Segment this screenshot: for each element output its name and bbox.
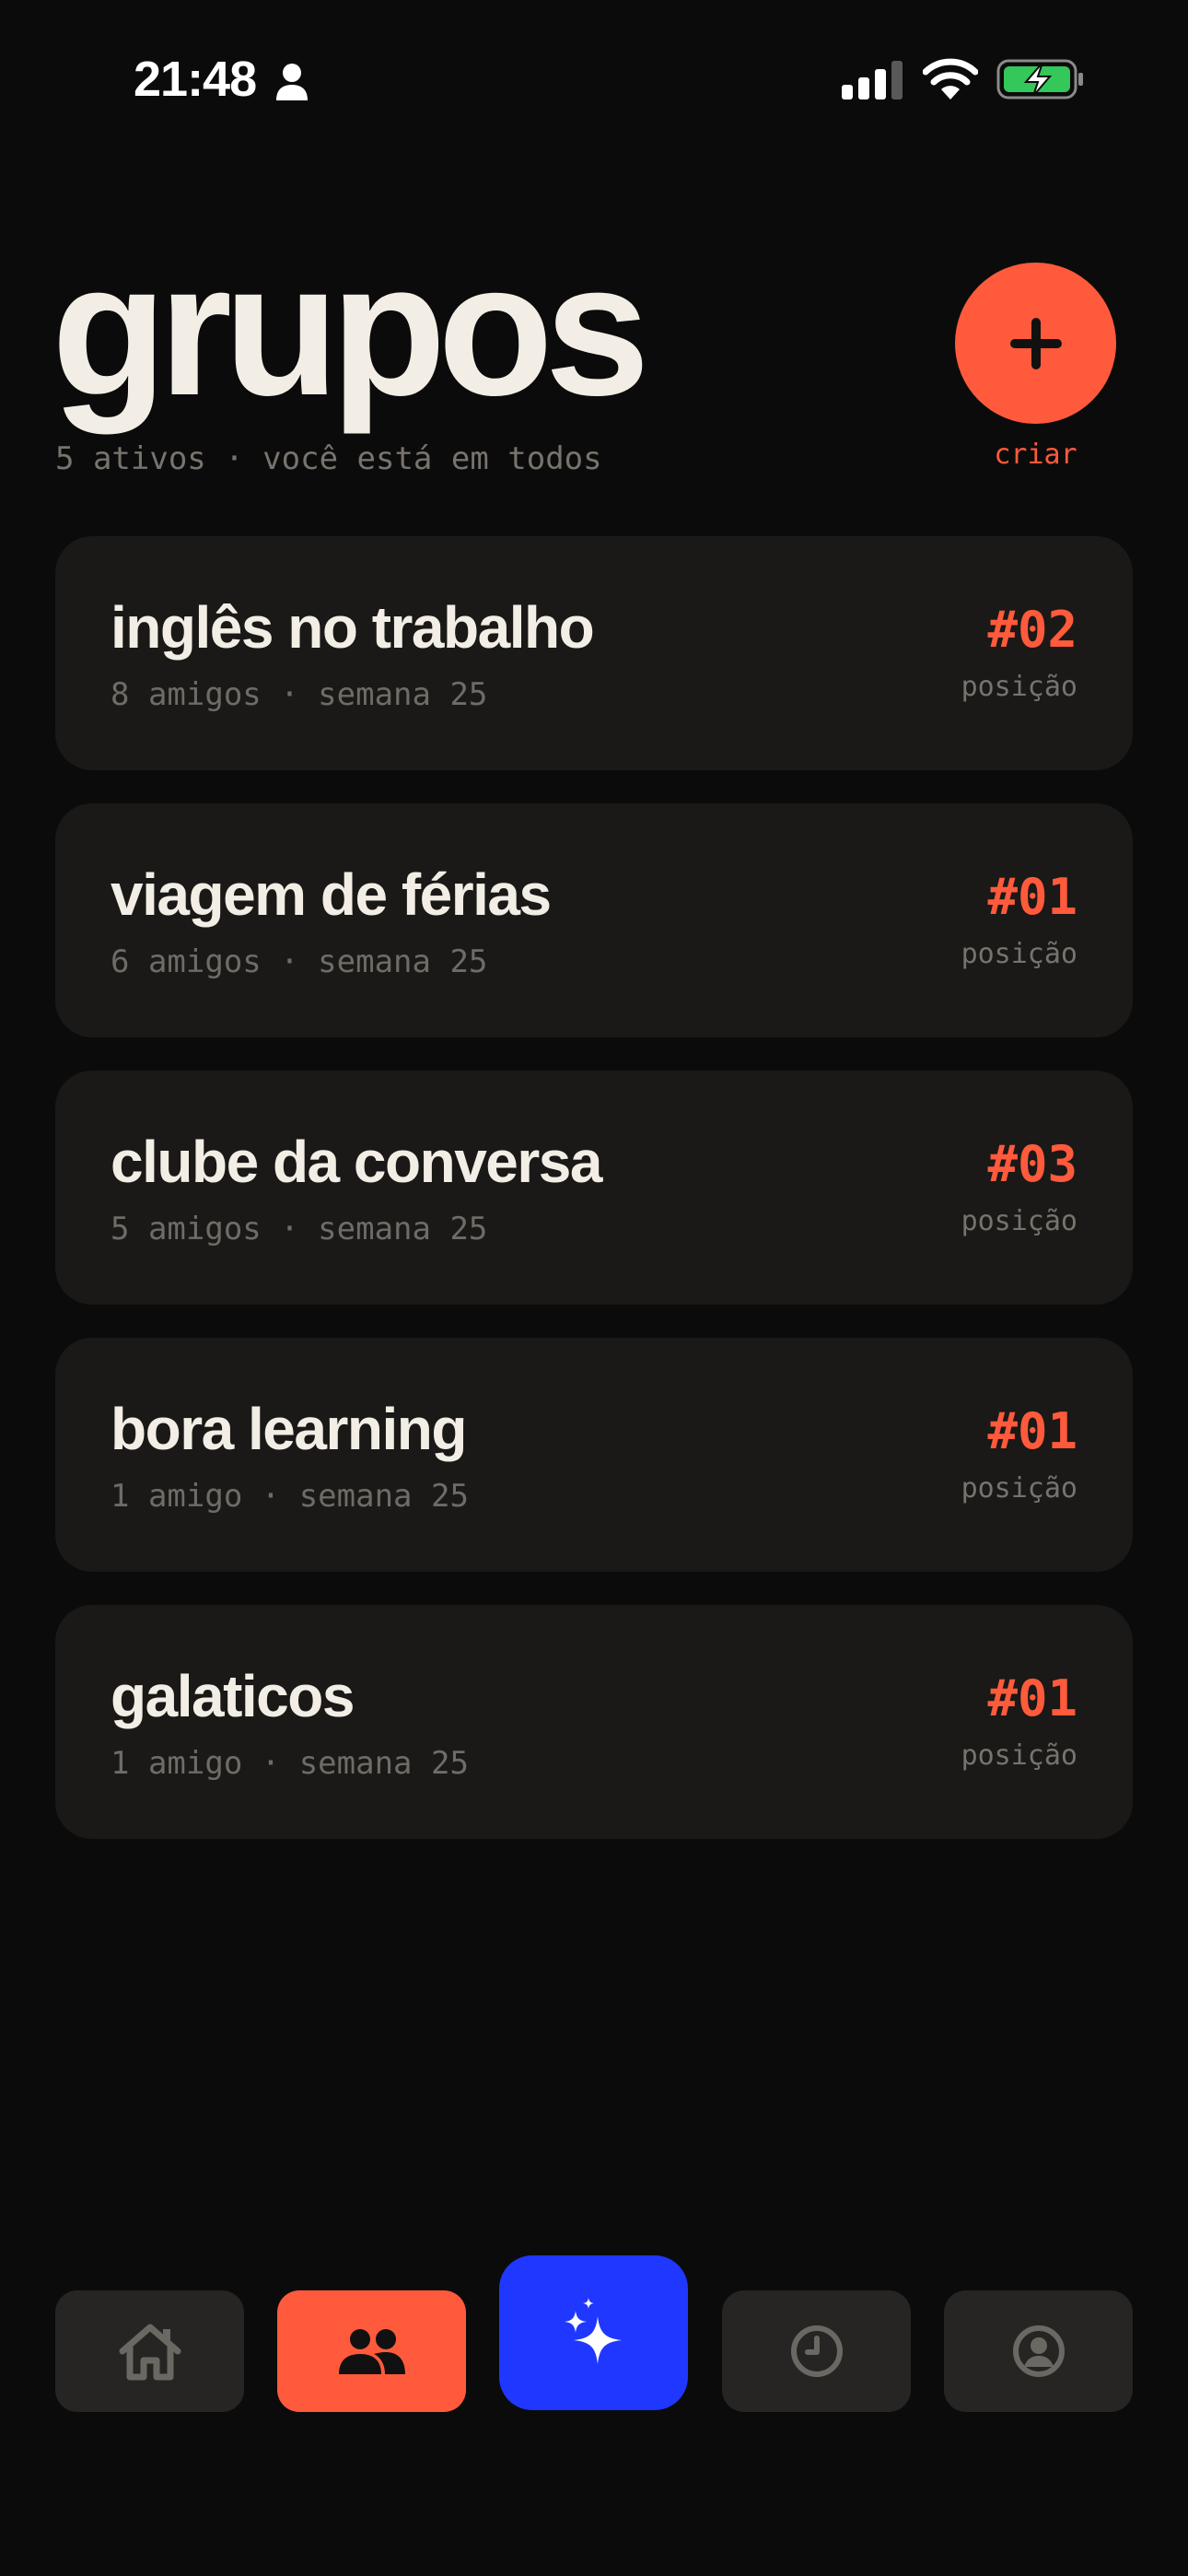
group-meta: 8 amigos · semana 25 (111, 676, 488, 713)
group-rank: #01 (987, 1669, 1077, 1727)
group-rank: #01 (987, 868, 1077, 926)
group-list: inglês no trabalho 8 amigos · semana 25 … (55, 536, 1133, 1872)
groups-icon (338, 2329, 405, 2374)
group-card[interactable]: viagem de férias 6 amigos · semana 25 #0… (55, 803, 1133, 1037)
signal-icon (842, 61, 903, 100)
group-rank-label: posição (961, 671, 1077, 703)
group-name: clube da conversa (111, 1129, 602, 1195)
battery-charging-icon (996, 59, 1083, 100)
group-card[interactable]: galaticos 1 amigo · semana 25 #01 posiçã… (55, 1605, 1133, 1839)
group-rank: #02 (987, 601, 1077, 659)
bottom-nav (0, 2248, 1188, 2432)
group-card[interactable]: inglês no trabalho 8 amigos · semana 25 … (55, 536, 1133, 770)
group-card[interactable]: clube da conversa 5 amigos · semana 25 #… (55, 1071, 1133, 1305)
group-meta: 5 amigos · semana 25 (111, 1211, 488, 1247)
nav-profile-button[interactable] (944, 2290, 1133, 2412)
group-meta: 1 amigo · semana 25 (111, 1745, 469, 1782)
group-rank: #03 (987, 1135, 1077, 1193)
wifi-icon (923, 58, 978, 100)
nav-ai-button[interactable] (499, 2255, 688, 2410)
home-icon (119, 2324, 181, 2381)
group-name: bora learning (111, 1396, 467, 1462)
group-name: galaticos (111, 1663, 355, 1729)
status-time: 21:48 (134, 52, 257, 107)
group-name: inglês no trabalho (111, 594, 595, 661)
clock-icon (790, 2325, 843, 2377)
person-icon (276, 64, 308, 100)
group-rank-label: posição (961, 938, 1077, 970)
nav-groups-button[interactable] (277, 2290, 466, 2412)
status-bar: 21:48 (0, 0, 1188, 157)
profile-icon (1012, 2325, 1065, 2377)
nav-history-button[interactable] (722, 2290, 911, 2412)
group-meta: 6 amigos · semana 25 (111, 943, 488, 980)
group-rank-label: posição (961, 1205, 1077, 1237)
group-rank-label: posição (961, 1739, 1077, 1772)
page-subtitle: 5 ativos · você está em todos (55, 440, 602, 477)
create-group-button[interactable] (955, 263, 1116, 424)
sparkles-icon (564, 2298, 622, 2364)
plus-icon (1010, 318, 1062, 369)
group-rank: #01 (987, 1402, 1077, 1460)
group-meta: 1 amigo · semana 25 (111, 1478, 469, 1515)
nav-home-button[interactable] (55, 2290, 244, 2412)
create-group-label[interactable]: criar (955, 439, 1116, 471)
group-name: viagem de férias (111, 861, 552, 928)
group-rank-label: posição (961, 1472, 1077, 1505)
page-title: grupos (52, 224, 650, 435)
group-card[interactable]: bora learning 1 amigo · semana 25 #01 po… (55, 1338, 1133, 1572)
